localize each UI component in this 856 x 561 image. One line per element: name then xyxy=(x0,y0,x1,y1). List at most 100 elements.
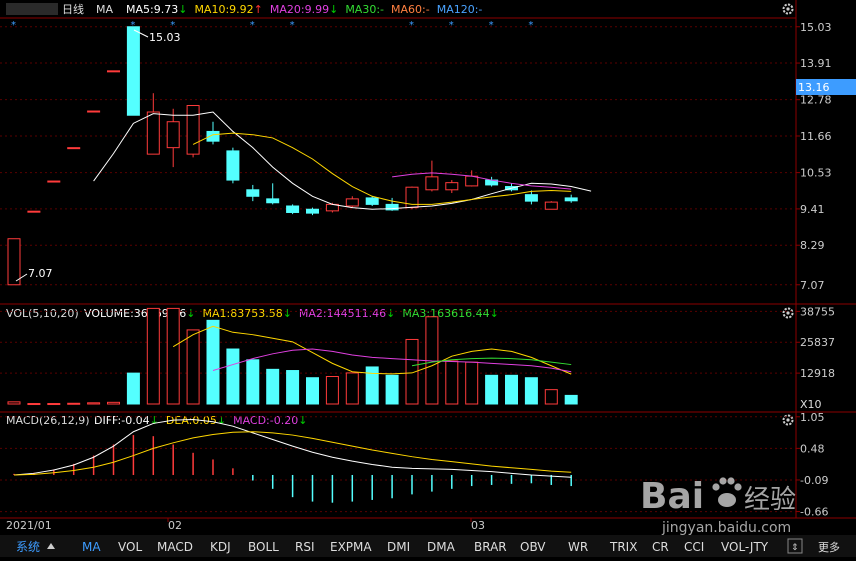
volume-bar xyxy=(345,372,359,405)
volume-bar xyxy=(87,402,101,405)
volume-bar xyxy=(166,307,180,405)
volume-bar xyxy=(544,389,558,405)
axis-tick-label: 11.66 xyxy=(800,130,832,143)
event-star-icon[interactable]: * xyxy=(170,20,175,31)
header-value: MA60:- xyxy=(391,3,430,16)
candle-body xyxy=(286,205,300,213)
header-value: MA5:9.73 xyxy=(126,3,178,16)
candle-body xyxy=(524,194,538,202)
axis-tick-label: 13.91 xyxy=(800,57,832,70)
macd-label: MACD(26,12,9) xyxy=(6,414,90,427)
trend-arrow: ↓ xyxy=(217,414,226,427)
candle-body xyxy=(266,198,280,204)
system-menu-label: 系统 xyxy=(16,540,40,554)
time-label-jan: 2021/01 xyxy=(6,519,52,532)
header-value: MA3:163616.44 xyxy=(402,307,489,320)
volume-bar xyxy=(306,377,319,405)
axis-tick-label: 10.53 xyxy=(800,167,832,180)
header-value: MA30:- xyxy=(345,3,384,16)
volume-bar xyxy=(485,374,499,405)
candle-body xyxy=(27,210,41,213)
event-star-icon[interactable]: * xyxy=(489,20,494,31)
tab-wr[interactable]: WR xyxy=(568,540,588,554)
low-price-label: 7.07 xyxy=(28,267,53,280)
volume-bar xyxy=(564,394,578,405)
tab-cci[interactable]: CCI xyxy=(684,540,704,554)
watermark-brand: Bai xyxy=(640,476,704,517)
volume-bar xyxy=(445,360,459,405)
header-value: DIFF:-0.04 xyxy=(94,414,150,427)
watermark-url: jingyan.baidu.com xyxy=(661,520,791,536)
axis-tick-label: 12918 xyxy=(800,367,835,380)
tab-vol[interactable]: VOL xyxy=(118,540,142,554)
candle-body xyxy=(107,70,120,73)
trend-arrow: ↓ xyxy=(150,414,159,427)
candle-body xyxy=(226,150,240,181)
volume-bar xyxy=(27,403,41,406)
volume-bar xyxy=(465,361,479,405)
header-value: MA10:9.92 xyxy=(194,3,253,16)
event-star-icon[interactable]: * xyxy=(290,20,295,31)
tab-trix[interactable]: TRIX xyxy=(609,540,637,554)
header-value: MA20:9.99 xyxy=(270,3,329,16)
trend-arrow: ↓ xyxy=(178,3,187,16)
volume-bar xyxy=(286,370,300,405)
tab-macd[interactable]: MACD xyxy=(157,540,193,554)
candle-body xyxy=(67,147,81,150)
candle-body xyxy=(544,201,558,210)
stock-chart-window: 日线 MA MA5:9.73↓ MA10:9.92↑ MA20:9.99↓ MA30:… xyxy=(0,0,856,557)
stock-name-box xyxy=(6,3,58,15)
candle-body xyxy=(146,111,160,155)
axis-tick-label: 8.29 xyxy=(800,239,825,252)
trend-arrow: ↓ xyxy=(283,307,292,320)
volume-bar xyxy=(505,374,518,405)
volume-bar xyxy=(47,403,61,406)
time-label-feb: 02 xyxy=(168,519,182,532)
axis-tick-label: -0.66 xyxy=(800,506,828,519)
axis-tick-label: 15.03 xyxy=(800,21,832,34)
current-price-value: 13.16 xyxy=(798,81,830,94)
tab-cr[interactable]: CR xyxy=(652,540,669,554)
axis-tick-label: 0.48 xyxy=(800,442,825,455)
trend-arrow: ↓ xyxy=(298,414,307,427)
volume-unit: X10 xyxy=(800,398,822,411)
candle-body xyxy=(186,105,200,155)
volume-bar xyxy=(226,348,240,405)
candle-body xyxy=(47,180,61,183)
ma-values: MA5:9.73↓ MA10:9.92↑ MA20:9.99↓ MA30:- MA60:… xyxy=(126,3,482,16)
header-value: MA1:83753.58 xyxy=(202,307,282,320)
tab-kdj[interactable]: KDJ xyxy=(210,540,231,554)
period-label: 日线 xyxy=(62,2,84,16)
tab-rsi[interactable]: RSI xyxy=(295,540,315,554)
watermark-brand2: 经验 xyxy=(744,485,796,515)
tab-vol-jty[interactable]: VOL-JTY xyxy=(721,540,769,554)
volume-bar xyxy=(524,377,538,405)
tab-obv[interactable]: OBV xyxy=(520,540,546,554)
volume-bar xyxy=(126,372,140,405)
event-star-icon[interactable]: * xyxy=(528,20,533,31)
tab-boll[interactable]: BOLL xyxy=(248,540,279,554)
volume-bar xyxy=(107,401,120,405)
event-star-icon[interactable]: * xyxy=(250,20,255,31)
header-value: MA120:- xyxy=(437,3,483,16)
volume-bar xyxy=(266,368,280,405)
candle-body xyxy=(425,176,439,191)
candle-body xyxy=(306,208,319,214)
candle-body xyxy=(345,198,359,207)
tab-dma[interactable]: DMA xyxy=(427,540,456,554)
more-label: 更多 xyxy=(818,540,840,554)
ma-label: MA xyxy=(96,3,113,16)
tab-brar[interactable]: BRAR xyxy=(474,540,507,554)
volume-bar xyxy=(186,329,200,405)
volume-bar xyxy=(146,307,160,405)
tab-expma[interactable]: EXPMA xyxy=(330,540,372,554)
tab-dmi[interactable]: DMI xyxy=(387,540,410,554)
svg-text:⇕: ⇕ xyxy=(791,543,799,553)
chart-canvas: 日线 MA MA5:9.73↓ MA10:9.92↑ MA20:9.99↓ MA30:… xyxy=(0,0,856,557)
tab-ma[interactable]: MA xyxy=(82,540,101,554)
event-star-icon[interactable]: * xyxy=(11,20,16,31)
axis-tick-label: 1.05 xyxy=(800,411,825,424)
event-star-icon[interactable]: * xyxy=(409,20,414,31)
volume-bar xyxy=(246,359,260,405)
event-star-icon[interactable]: * xyxy=(449,20,454,31)
